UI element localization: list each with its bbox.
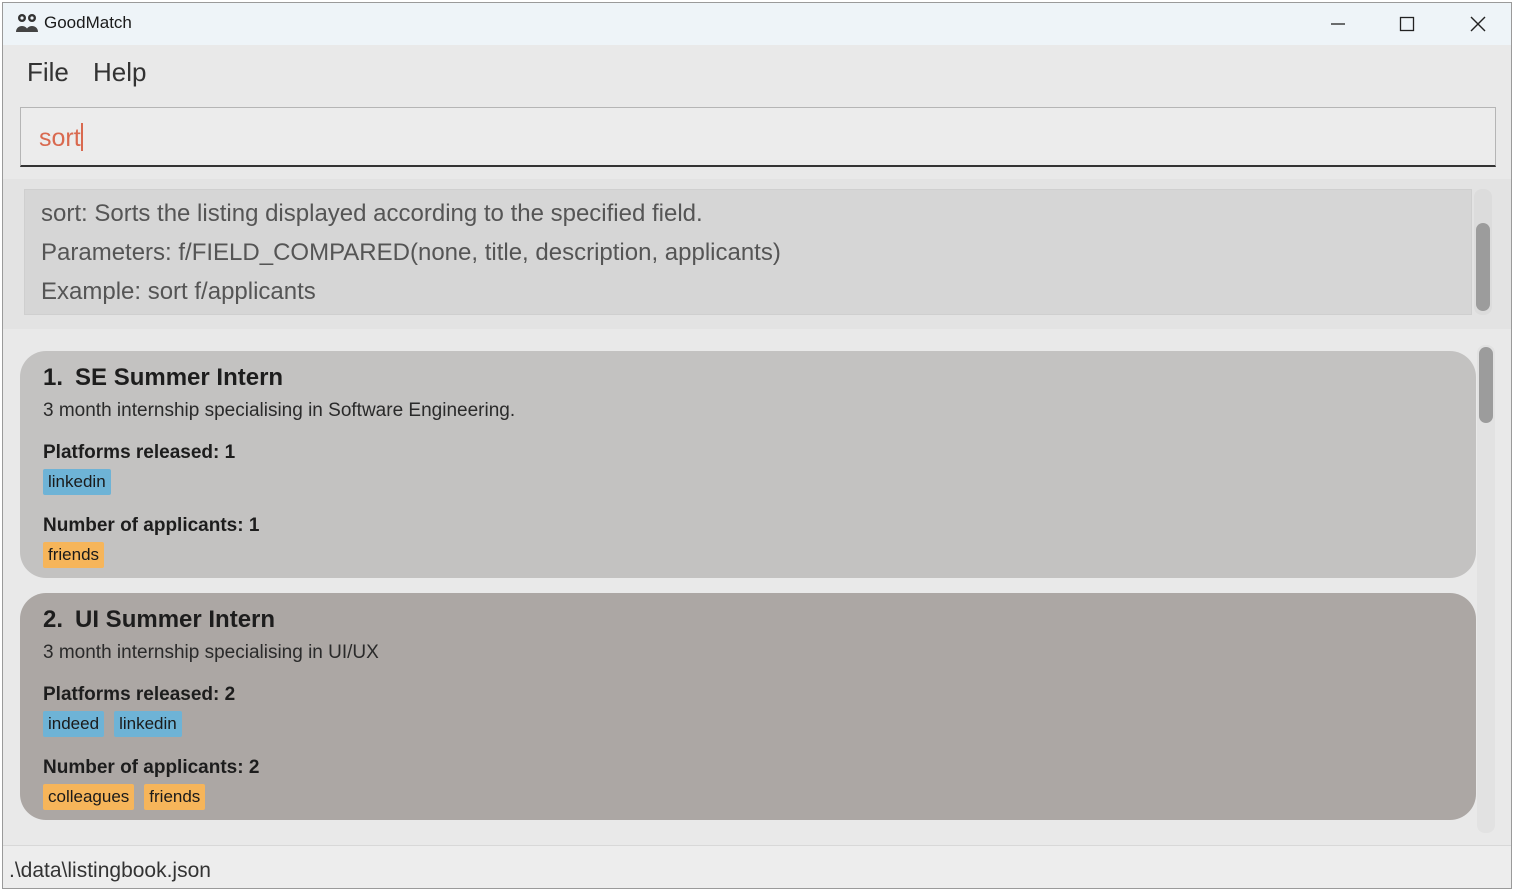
platform-tag: linkedin	[114, 711, 182, 737]
maximize-button[interactable]	[1372, 3, 1442, 45]
listing-description: 3 month internship specialising in Softw…	[43, 400, 516, 421]
menu-help[interactable]: Help	[93, 57, 146, 88]
text-caret	[80, 123, 83, 151]
applicant-tags: colleagues friends	[43, 784, 206, 810]
window-title: GoodMatch	[44, 13, 132, 32]
menu-bar: File Help	[3, 45, 1511, 101]
platforms-label: Platforms released: 2	[43, 684, 236, 705]
menu-file[interactable]: File	[27, 57, 69, 88]
minimize-button[interactable]	[1303, 3, 1373, 45]
result-scrollbar[interactable]	[1474, 189, 1492, 315]
platform-tags: indeed linkedin	[43, 711, 182, 737]
maximize-icon	[1399, 16, 1415, 32]
title-bar: GoodMatch	[3, 3, 1511, 45]
result-scrollbar-thumb[interactable]	[1476, 223, 1490, 311]
status-bar: .\data\listingbook.json	[3, 845, 1511, 888]
listing-index: 1.	[43, 364, 64, 391]
list-scrollbar-thumb[interactable]	[1479, 347, 1493, 423]
result-display: sort: Sorts the listing displayed accord…	[24, 189, 1472, 315]
applicant-tag: colleagues	[43, 784, 135, 810]
platform-tag: linkedin	[43, 469, 111, 495]
listing-card[interactable]: 2. UI Summer Intern 3 month internship sp…	[20, 593, 1476, 820]
applicants-label: Number of applicants: 2	[43, 757, 260, 778]
listing-title-text: UI Summer Intern	[75, 606, 276, 633]
listing-list: 1. SE Summer Intern 3 month internship sp…	[3, 333, 1511, 841]
applicant-tag: friends	[43, 542, 105, 568]
applicant-tag: friends	[144, 784, 206, 810]
platform-tags: linkedin	[43, 469, 111, 495]
listing-title-text: SE Summer Intern	[75, 364, 284, 391]
command-text: sort	[39, 123, 83, 152]
minimize-icon	[1331, 23, 1345, 25]
people-icon	[16, 14, 38, 32]
result-line-1: sort: Sorts the listing displayed accord…	[41, 200, 703, 227]
listing-card[interactable]: 1. SE Summer Intern 3 month internship sp…	[20, 351, 1476, 578]
listing-index: 2.	[43, 606, 64, 633]
result-line-2: Parameters: f/FIELD_COMPARED(none, title…	[41, 239, 781, 266]
app-window: GoodMatch File Help sort sort: Sorts the…	[2, 2, 1512, 889]
list-scrollbar[interactable]	[1477, 345, 1495, 833]
close-button[interactable]	[1443, 3, 1511, 45]
command-input[interactable]: sort	[20, 107, 1496, 167]
listing-title: 2. UI Summer Intern	[43, 606, 275, 634]
applicant-tags: friends	[43, 542, 105, 568]
listing-title: 1. SE Summer Intern	[43, 364, 283, 392]
platforms-label: Platforms released: 1	[43, 442, 236, 463]
close-icon	[1470, 16, 1486, 32]
result-line-3: Example: sort f/applicants	[41, 278, 316, 305]
status-file-path: .\data\listingbook.json	[9, 859, 211, 882]
result-panel: sort: Sorts the listing displayed accord…	[3, 179, 1511, 329]
platform-tag: indeed	[43, 711, 105, 737]
applicants-label: Number of applicants: 1	[43, 515, 260, 536]
listing-description: 3 month internship specialising in UI/UX	[43, 642, 379, 663]
